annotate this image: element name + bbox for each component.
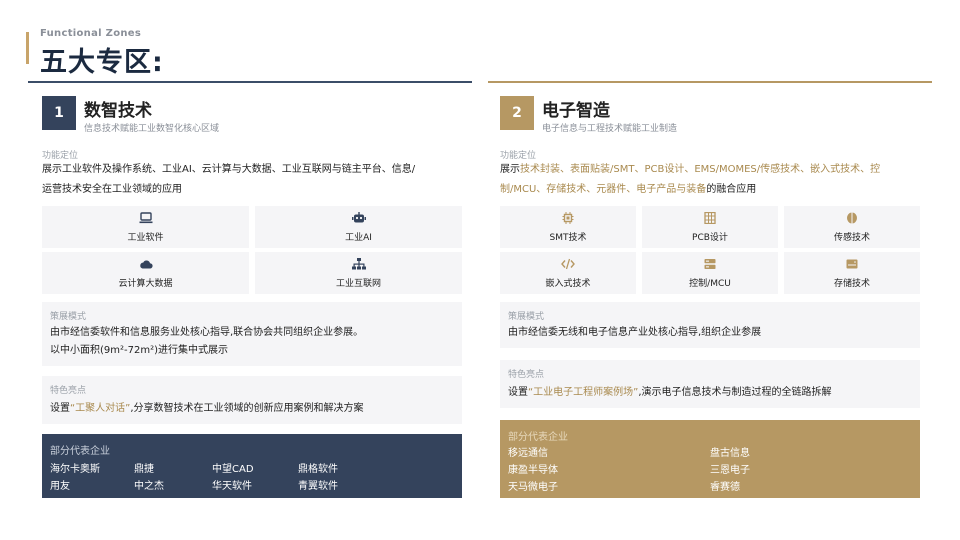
zone-title: 数智技术 xyxy=(84,101,152,121)
storage-icon xyxy=(846,259,858,268)
function-description: 展示工业软件及操作系统、工业AI、云计算与大数据、工业互联网与链主平台、信息/ … xyxy=(42,160,462,200)
tile-label: SMT技术 xyxy=(549,232,587,243)
company-name: 鼎捷 xyxy=(134,464,154,475)
exhibition-mode-line-2: 以中小面积(9m²-72m²)进行集中式展示 xyxy=(50,345,228,356)
category-grid: SMT技术 PCB设计 传感技术 嵌入式技术 控制/MCU 存储技术 xyxy=(500,206,920,294)
company-name: 鼎格软件 xyxy=(298,464,338,475)
function-line-2: 运营技术安全在工业领域的应用 xyxy=(42,184,182,195)
function-line-1: 展示工业软件及操作系统、工业AI、云计算与大数据、工业互联网与链主平台、信息/ xyxy=(42,164,416,175)
controller-icon xyxy=(704,258,716,269)
category-grid: 工业软件 工业AI 云计算大数据 工业互联网 xyxy=(42,206,462,294)
zone-1-panel: 1 数智技术 信息技术赋能工业数智化核心区域 功能定位 展示工业软件及操作系统、… xyxy=(42,96,462,498)
tile-label: 工业AI xyxy=(345,232,372,243)
tile-label: 存储技术 xyxy=(833,278,870,289)
cloud-icon xyxy=(139,259,153,268)
highlight-text: 设置“工聚人对话”,分享数智技术在工业领域的创新应用案例和解决方案 xyxy=(50,403,364,414)
header-subtitle: Functional Zones xyxy=(40,28,142,39)
companies-label: 部分代表企业 xyxy=(50,446,110,457)
company-name: 海尔卡奥斯 xyxy=(50,464,100,475)
company-name: 盘古信息 xyxy=(710,448,750,459)
page-title: 五大专区: xyxy=(40,47,164,78)
highlight-event-name: “工聚人对话” xyxy=(70,403,131,414)
zone-number-badge: 2 xyxy=(500,96,534,130)
tile-label: 传感技术 xyxy=(833,232,870,243)
tile-embedded[interactable]: 嵌入式技术 xyxy=(500,252,636,294)
function-line-1: 展示技术封装、表面贴装/SMT、PCB设计、EMS/MOMES/传感技术、嵌入式… xyxy=(500,164,881,175)
header-accent-bar xyxy=(26,32,29,64)
tile-smt[interactable]: SMT技术 xyxy=(500,206,636,248)
company-name: 康盈半导体 xyxy=(508,465,558,476)
highlight-label: 特色亮点 xyxy=(50,386,87,396)
tile-label: 嵌入式技术 xyxy=(545,278,591,289)
company-name: 中之杰 xyxy=(134,481,164,492)
tile-label: PCB设计 xyxy=(692,232,728,243)
highlight-text: 设置“工业电子工程师案例场”,演示电子信息技术与制造过程的全链路拆解 xyxy=(508,387,832,398)
tile-industrial-internet[interactable]: 工业互联网 xyxy=(255,252,462,294)
company-name: 天马微电子 xyxy=(508,482,558,493)
zone-1-divider xyxy=(28,81,472,83)
tile-mcu[interactable]: 控制/MCU xyxy=(642,252,778,294)
exhibition-mode-label: 策展模式 xyxy=(50,312,87,322)
company-name: 青翼软件 xyxy=(298,481,338,492)
tile-label: 工业互联网 xyxy=(335,278,381,289)
tile-industrial-software[interactable]: 工业软件 xyxy=(42,206,249,248)
company-name: 睿赛德 xyxy=(710,482,740,493)
tile-cloud-bigdata[interactable]: 云计算大数据 xyxy=(42,252,249,294)
company-name: 移远通信 xyxy=(508,448,548,459)
network-icon xyxy=(351,257,366,269)
company-name: 用友 xyxy=(50,481,70,492)
zone-subtitle: 信息技术赋能工业数智化核心区域 xyxy=(84,124,220,134)
company-name: 三恩电子 xyxy=(710,465,750,476)
exhibition-mode-line-1: 由市经信委无线和电子信息产业处核心指导,组织企业参展 xyxy=(508,327,762,338)
tile-industrial-ai[interactable]: 工业AI xyxy=(255,206,462,248)
chip-icon xyxy=(562,211,574,224)
function-line-2: 制/MCU、存储技术、元器件、电子产品与装备的融合应用 xyxy=(500,184,757,195)
exhibition-mode-box: 策展模式 由市经信委无线和电子信息产业处核心指导,组织企业参展 xyxy=(500,302,920,348)
company-name: 华天软件 xyxy=(212,481,252,492)
highlight-event-name: “工业电子工程师案例场” xyxy=(528,387,639,398)
zone-title: 电子智造 xyxy=(542,101,610,121)
tile-storage[interactable]: 存储技术 xyxy=(784,252,920,294)
tile-label: 工业软件 xyxy=(127,232,164,243)
zone-number-badge: 1 xyxy=(42,96,76,130)
highlight-label: 特色亮点 xyxy=(508,370,545,380)
sensor-icon xyxy=(847,212,857,223)
exhibition-mode-label: 策展模式 xyxy=(508,312,545,322)
highlight-box: 特色亮点 设置“工聚人对话”,分享数智技术在工业领域的创新应用案例和解决方案 xyxy=(42,376,462,424)
exhibition-mode-line-1: 由市经信委软件和信息服务业处核心指导,联合协会共同组织企业参展。 xyxy=(50,327,364,338)
zone-2-panel: 2 电子智造 电子信息与工程技术赋能工业制造 功能定位 展示技术封装、表面贴装/… xyxy=(500,96,920,498)
zone-2-divider xyxy=(488,81,932,83)
tile-label: 云计算大数据 xyxy=(118,278,173,289)
circuit-board-icon xyxy=(704,211,716,224)
tile-sensor[interactable]: 传感技术 xyxy=(784,206,920,248)
function-description: 展示技术封装、表面贴装/SMT、PCB设计、EMS/MOMES/传感技术、嵌入式… xyxy=(500,160,920,200)
tile-label: 控制/MCU xyxy=(689,278,731,289)
exhibition-mode-box: 策展模式 由市经信委软件和信息服务业处核心指导,联合协会共同组织企业参展。 以中… xyxy=(42,302,462,366)
representative-companies: 部分代表企业 移远通信 盘古信息 康盈半导体 三恩电子 天马微电子 睿赛德 xyxy=(500,420,920,498)
highlight-box: 特色亮点 设置“工业电子工程师案例场”,演示电子信息技术与制造过程的全链路拆解 xyxy=(500,360,920,408)
laptop-icon xyxy=(139,211,152,223)
zone-subtitle: 电子信息与工程技术赋能工业制造 xyxy=(542,124,678,134)
company-name: 中望CAD xyxy=(212,464,254,475)
tile-pcb[interactable]: PCB设计 xyxy=(642,206,778,248)
companies-label: 部分代表企业 xyxy=(508,432,568,443)
robot-icon xyxy=(351,211,366,222)
code-icon xyxy=(561,258,575,269)
representative-companies: 部分代表企业 海尔卡奥斯 鼎捷 中望CAD 鼎格软件 用友 中之杰 华天软件 青… xyxy=(42,434,462,498)
